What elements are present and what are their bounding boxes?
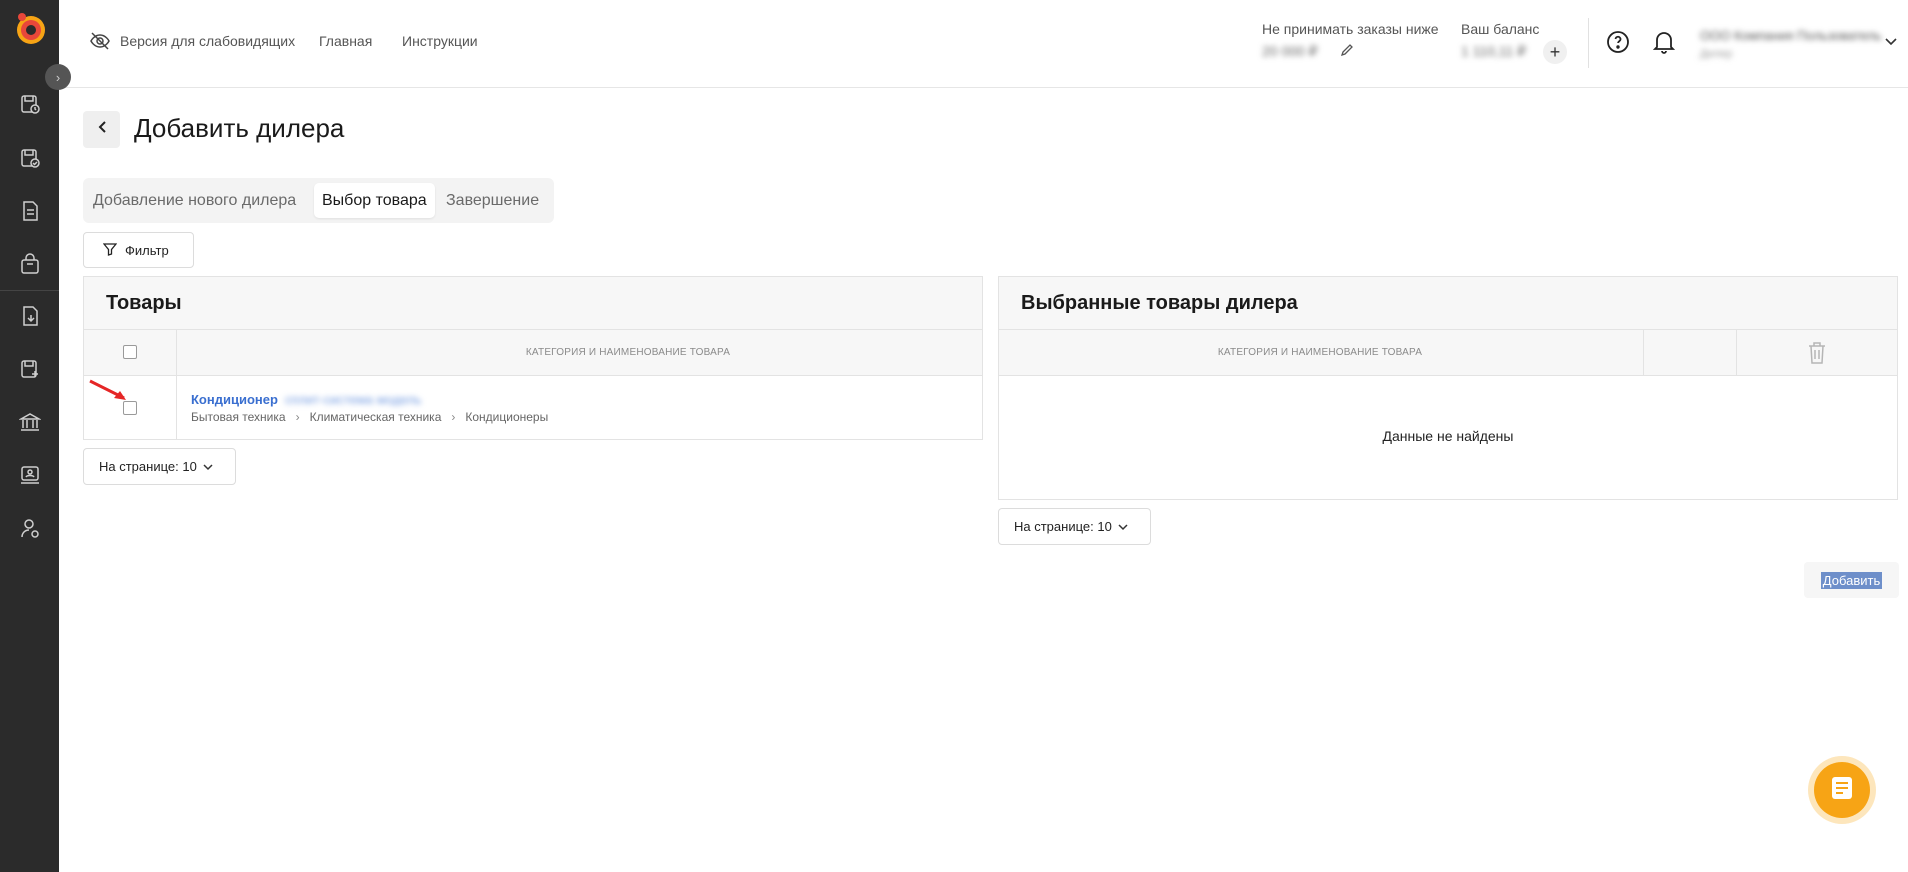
add-button[interactable]: Добавить bbox=[1804, 562, 1899, 598]
bell-icon[interactable] bbox=[1650, 28, 1678, 56]
bank-icon[interactable] bbox=[17, 409, 43, 435]
app-logo[interactable] bbox=[12, 10, 48, 46]
help-icon[interactable] bbox=[1604, 28, 1632, 56]
accessibility-link[interactable]: Версия для слабовидящих bbox=[120, 33, 295, 49]
chevron-down-icon bbox=[203, 459, 213, 474]
selected-products-panel: Выбранные товары дилера bbox=[998, 276, 1898, 500]
user-name[interactable]: ООО Компания Пользователь bbox=[1700, 28, 1881, 43]
balance-label: Ваш баланс bbox=[1461, 21, 1540, 37]
selected-column-divider bbox=[1736, 330, 1737, 376]
products-table-header: КАТЕГОРИЯ И НАИМЕНОВАНИЕ ТОВАРА bbox=[84, 330, 982, 376]
product-breadcrumb: Бытовая техника › Климатическая техника … bbox=[191, 410, 548, 424]
annotation-arrow-icon bbox=[88, 378, 132, 411]
sidebar-divider bbox=[0, 290, 59, 291]
bag-icon[interactable] bbox=[17, 251, 43, 277]
chat-icon bbox=[1829, 775, 1855, 806]
chevron-down-icon[interactable] bbox=[1884, 34, 1898, 52]
top-up-balance-button[interactable]: + bbox=[1543, 40, 1567, 64]
selected-panel-title: Выбранные товары дилера bbox=[999, 277, 1897, 330]
products-column-header: КАТЕГОРИЯ И НАИМЕНОВАНИЕ ТОВАРА bbox=[525, 347, 731, 358]
edit-icon[interactable] bbox=[1340, 43, 1354, 62]
select-all-checkbox[interactable] bbox=[123, 345, 137, 359]
sidebar bbox=[0, 0, 59, 872]
returns-icon[interactable] bbox=[17, 303, 43, 329]
eye-off-icon bbox=[90, 32, 110, 55]
min-order-value: 20 000 ₽ bbox=[1262, 43, 1318, 59]
tab-finish[interactable]: Завершение bbox=[446, 183, 539, 218]
per-page-label: На странице: 10 bbox=[99, 459, 197, 474]
selected-header-divider bbox=[999, 375, 1897, 376]
chevron-left-icon bbox=[97, 120, 107, 139]
products-per-page-select[interactable]: На странице: 10 bbox=[83, 448, 236, 485]
balance-value: 1 110,11 ₽ bbox=[1461, 43, 1527, 59]
chat-button[interactable] bbox=[1814, 762, 1870, 818]
breadcrumb-item: Кондиционеры bbox=[465, 410, 549, 424]
back-button[interactable] bbox=[83, 111, 120, 148]
add-item-icon[interactable] bbox=[17, 356, 43, 382]
nav-link-instructions[interactable]: Инструкции bbox=[402, 33, 478, 49]
empty-state-message: Данные не найдены bbox=[1382, 428, 1514, 444]
products-panel-title: Товары bbox=[84, 277, 982, 330]
filter-button[interactable]: Фильтр bbox=[83, 232, 194, 268]
product-model-hidden[interactable]: сплит-система модель bbox=[285, 392, 421, 407]
breadcrumb-item: Бытовая техника bbox=[191, 410, 286, 424]
user-role: Дилер bbox=[1700, 48, 1733, 60]
filter-icon bbox=[102, 242, 118, 259]
filter-label: Фильтр bbox=[125, 242, 169, 258]
per-page-label: На странице: 10 bbox=[1014, 519, 1112, 534]
chevron-down-icon bbox=[1118, 519, 1128, 534]
nav-link-home[interactable]: Главная bbox=[319, 33, 372, 49]
products-column-divider bbox=[176, 330, 177, 439]
add-button-label: Добавить bbox=[1820, 571, 1883, 589]
selected-column-divider bbox=[1643, 330, 1644, 376]
tab-select-product[interactable]: Выбор товара bbox=[314, 183, 435, 218]
steps-tabs: Добавление нового дилера Выбор товара За… bbox=[83, 178, 554, 223]
sidebar-expand-button[interactable]: › bbox=[45, 64, 71, 90]
dealers-icon[interactable] bbox=[17, 462, 43, 488]
selected-column-header: КАТЕГОРИЯ И НАИМЕНОВАНИЕ ТОВАРА bbox=[1217, 347, 1423, 358]
user-settings-icon[interactable] bbox=[17, 515, 43, 541]
orders-history-icon[interactable] bbox=[17, 91, 43, 117]
trash-icon[interactable] bbox=[1807, 341, 1827, 370]
min-order-label: Не принимать заказы ниже bbox=[1262, 21, 1439, 37]
product-name-link[interactable]: Кондиционер bbox=[191, 392, 278, 407]
page-title: Добавить дилера bbox=[134, 113, 345, 143]
products-row-divider bbox=[84, 375, 982, 376]
selected-table-header: КАТЕГОРИЯ И НАИМЕНОВАНИЕ ТОВАРА bbox=[999, 330, 1897, 376]
chevron-right-icon: › bbox=[295, 410, 300, 424]
header-divider bbox=[1588, 18, 1589, 68]
orders-done-icon[interactable] bbox=[17, 145, 43, 171]
chevron-right-icon: › bbox=[451, 410, 456, 424]
document-icon[interactable] bbox=[17, 198, 43, 224]
tab-new-dealer[interactable]: Добавление нового дилера bbox=[93, 183, 296, 218]
breadcrumb-item: Климатическая техника bbox=[309, 410, 442, 424]
selected-per-page-select[interactable]: На странице: 10 bbox=[998, 508, 1151, 545]
